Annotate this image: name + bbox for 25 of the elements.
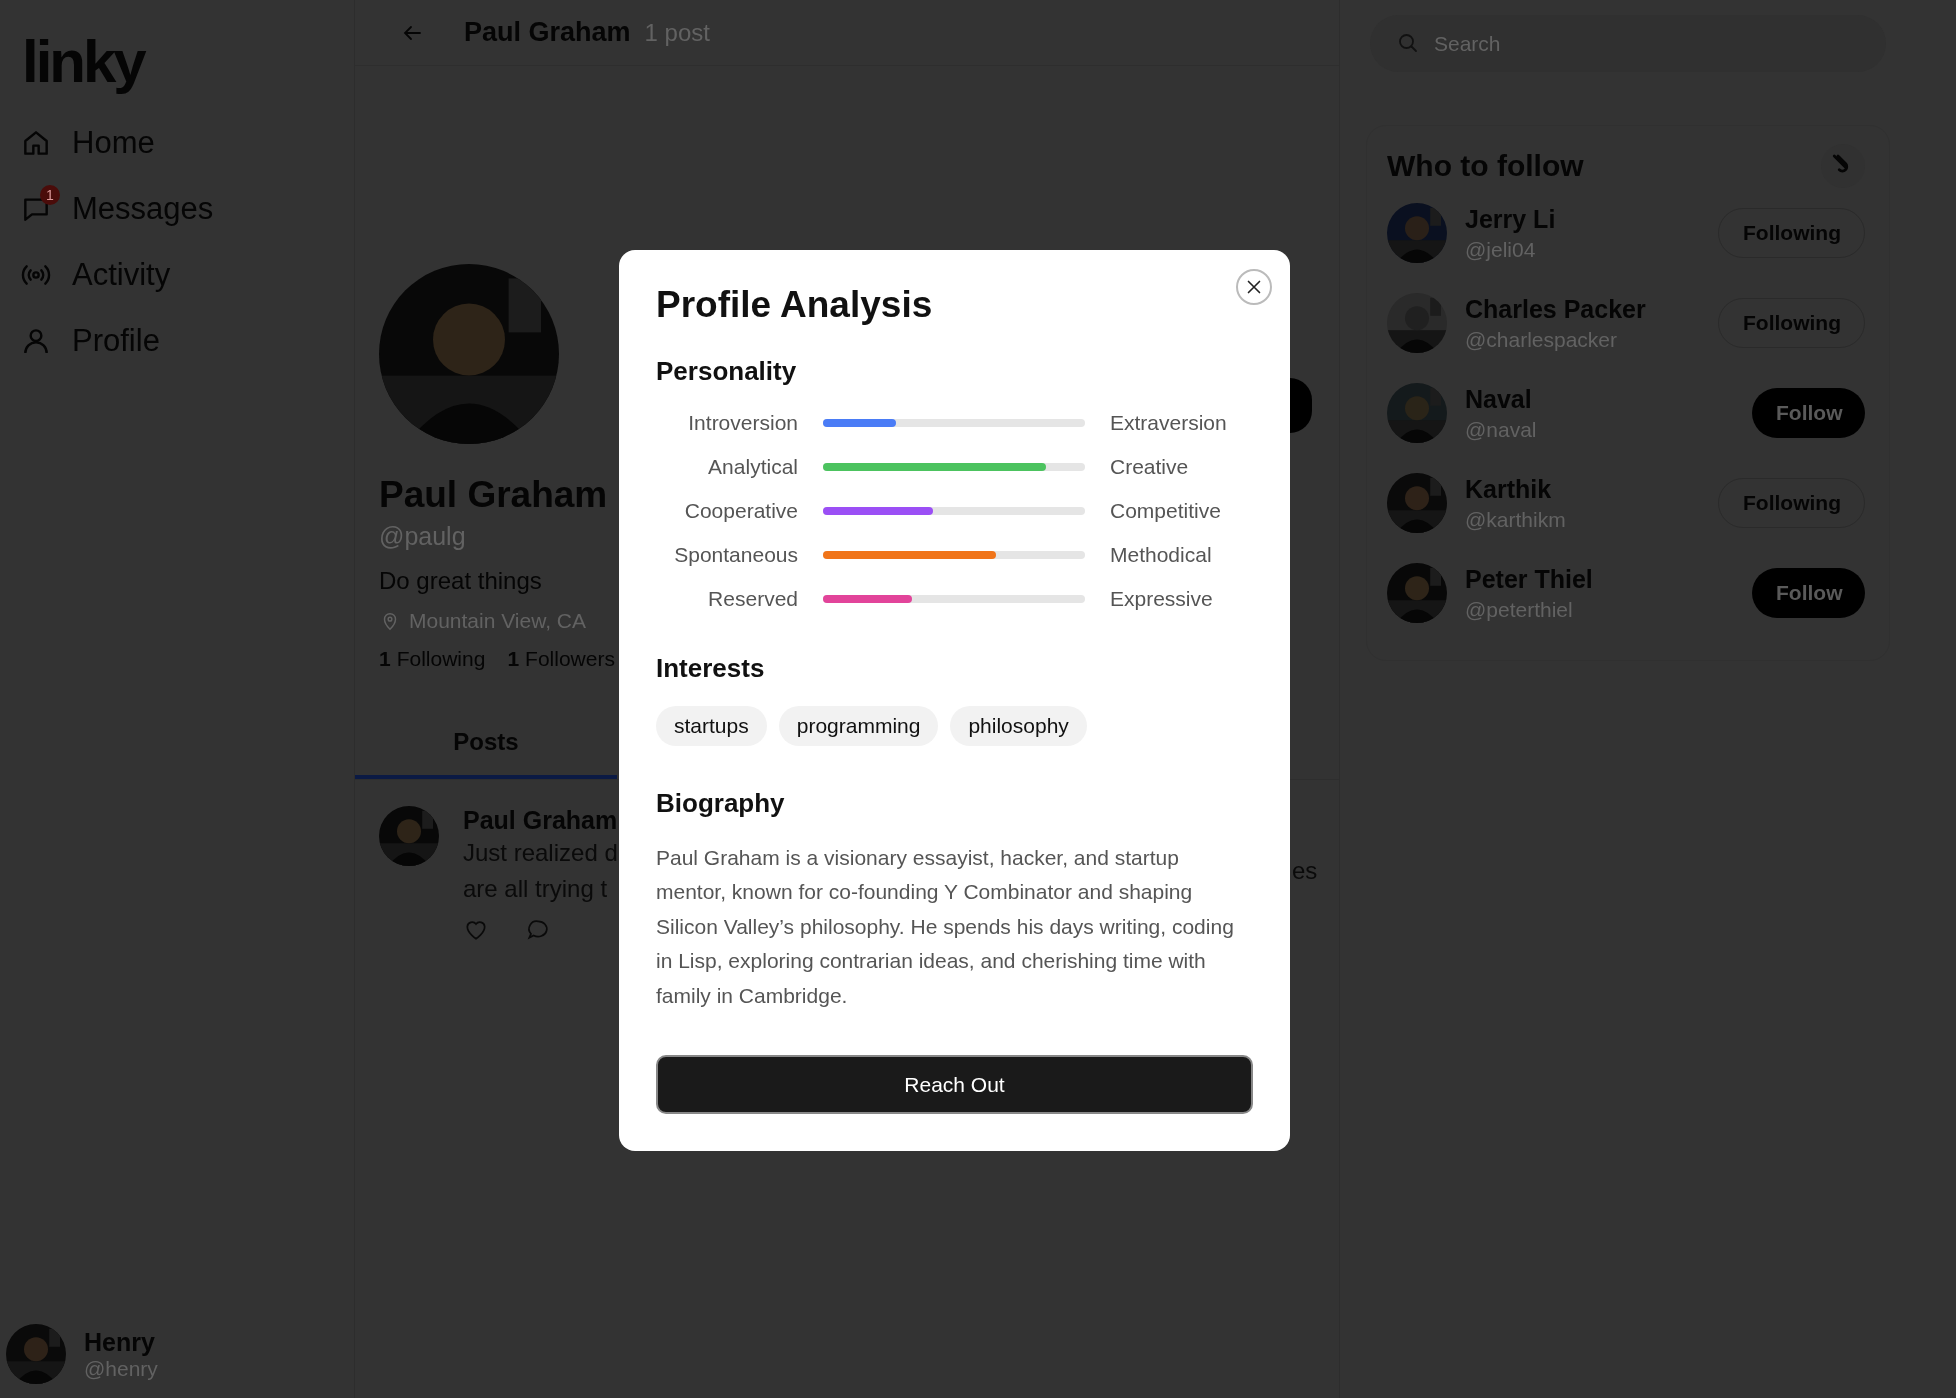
trait-label: Expressive: [1110, 587, 1214, 611]
trait-label: Analytical: [707, 455, 798, 479]
reach-out-button[interactable]: Reach Out: [656, 1055, 1253, 1115]
trait-label: Reserved: [707, 587, 798, 611]
interest-tag: programming: [778, 706, 939, 746]
interest-tag: startups: [656, 706, 767, 746]
search-icon: [1396, 31, 1420, 55]
trait-label: Methodical: [1110, 543, 1213, 567]
trait-label: Creative: [1110, 455, 1190, 479]
trait-label: Competitive: [1110, 499, 1222, 523]
modal-title: Profile Analysis: [656, 284, 934, 326]
profile-action-button[interactable]: [1290, 378, 1312, 433]
close-button[interactable]: [1236, 269, 1272, 305]
follow-button[interactable]: Follow: [1752, 568, 1865, 618]
trait-label: Spontaneous: [673, 543, 798, 567]
section-title: Interests: [656, 653, 766, 684]
follow-button[interactable]: Follow: [1752, 388, 1865, 438]
notification-badge: 1: [40, 185, 60, 205]
biography-text: Paul Graham is a visionary essayist, hacker, and startup mentor, known for co-founding Y Combinator and shaping Silicon Valley’s philosophy. He spends his days writing, coding in Lisp, exploring contrarian ideas, and cherishing time with family in Cambridge.: [656, 845, 1235, 1009]
section-title: Biography: [656, 788, 786, 819]
trait-label: Introversion: [687, 411, 798, 435]
trait-label: Extraversion: [1110, 411, 1228, 435]
section-title: Personality: [656, 356, 798, 387]
trait-label: Cooperative: [683, 499, 798, 523]
interest-tag: philosophy: [950, 706, 1087, 746]
